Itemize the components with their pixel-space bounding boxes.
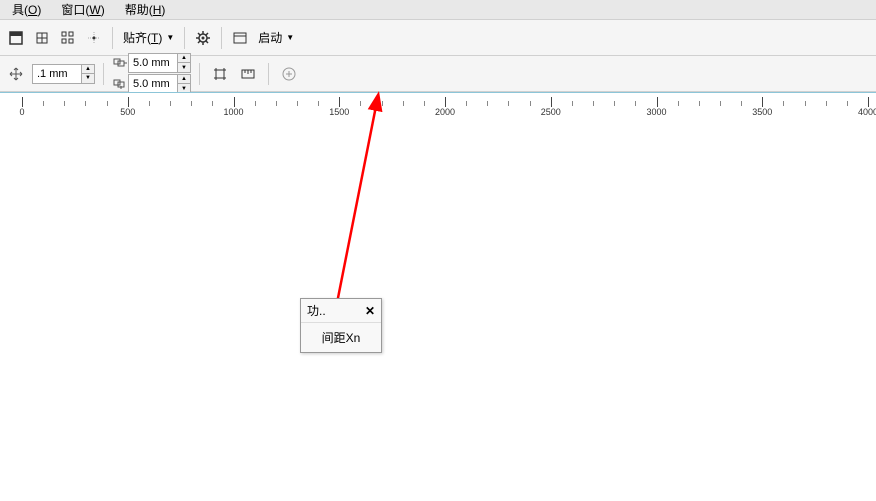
menu-window[interactable]: 窗口(W) — [51, 0, 114, 20]
dup-y-icon — [112, 79, 128, 89]
duplicate-distance-group: ▲▼ ▲▼ — [112, 53, 191, 94]
dup-y-spinner[interactable]: ▲▼ — [178, 74, 191, 94]
ruler-label: 2000 — [435, 107, 455, 117]
chevron-down-icon: ▼ — [166, 33, 174, 42]
tool-btn-2[interactable] — [30, 26, 54, 50]
toolbar-secondary: ▲▼ ▲▼ ▲▼ — [0, 56, 876, 92]
dup-x-icon — [112, 58, 128, 68]
ruler-label: 3500 — [752, 107, 772, 117]
separator — [103, 63, 104, 85]
floating-panel[interactable]: 功.. ✕ 间距Xn — [300, 298, 382, 353]
nudge-offset-icon[interactable] — [4, 62, 28, 86]
nudge-input[interactable] — [32, 64, 82, 84]
tool-btn-1[interactable] — [4, 26, 28, 50]
add-button[interactable] — [277, 62, 301, 86]
tool-btn-3[interactable] — [56, 26, 80, 50]
crop-icon — [212, 66, 228, 82]
ruler-label: 1000 — [223, 107, 243, 117]
spin-down[interactable]: ▼ — [82, 74, 94, 83]
nudge-spinner[interactable]: ▲▼ — [82, 64, 95, 84]
launch-icon-button[interactable] — [228, 26, 252, 50]
spin-down[interactable]: ▼ — [178, 63, 190, 72]
snap-dropdown[interactable]: 贴齐(T)▼ — [119, 27, 178, 48]
spin-up[interactable]: ▲ — [82, 65, 94, 74]
ruler-label: 500 — [120, 107, 135, 117]
menubar: 具(O) 窗口(W) 帮助(H) — [0, 0, 876, 20]
panel-titlebar[interactable]: 功.. ✕ — [301, 299, 381, 323]
plus-circle-icon — [281, 66, 297, 82]
separator — [268, 63, 269, 85]
separator — [184, 27, 185, 49]
ruler-label: 2500 — [541, 107, 561, 117]
panel-body[interactable]: 间距Xn — [301, 323, 381, 352]
launch-dropdown[interactable]: 启动 ▼ — [254, 27, 298, 48]
ruler-label: 0 — [19, 107, 24, 117]
spin-up[interactable]: ▲ — [178, 75, 190, 84]
close-icon[interactable]: ✕ — [365, 304, 375, 318]
gear-icon — [195, 30, 211, 46]
ruler-horizontal: 0 500 1000 1500 2000 2500 3000 3500 4000 — [0, 92, 876, 116]
menu-tools[interactable]: 具(O) — [2, 0, 51, 20]
nudge-input-group: ▲▼ — [32, 64, 95, 84]
dup-y-input[interactable] — [128, 74, 178, 94]
ruler-label: 3000 — [646, 107, 666, 117]
toolbar-primary: 贴齐(T)▼ 启动 ▼ — [0, 20, 876, 56]
panel-title-text: 功.. — [307, 302, 326, 319]
separator — [199, 63, 200, 85]
launch-label: 启动 — [258, 29, 282, 46]
dup-x-input[interactable] — [128, 53, 178, 73]
settings-button[interactable] — [191, 26, 215, 50]
menu-help[interactable]: 帮助(H) — [115, 0, 176, 20]
ruler-label: 4000 — [858, 107, 876, 117]
units-button[interactable] — [236, 62, 260, 86]
snap-label: 贴齐 — [123, 29, 147, 46]
chevron-down-icon: ▼ — [286, 33, 294, 42]
canvas-area[interactable] — [0, 118, 876, 501]
crop-button[interactable] — [208, 62, 232, 86]
separator — [112, 27, 113, 49]
ruler-label: 1500 — [329, 107, 349, 117]
tool-btn-4[interactable] — [82, 26, 106, 50]
dup-x-spinner[interactable]: ▲▼ — [178, 53, 191, 73]
separator — [221, 27, 222, 49]
spin-up[interactable]: ▲ — [178, 54, 190, 63]
